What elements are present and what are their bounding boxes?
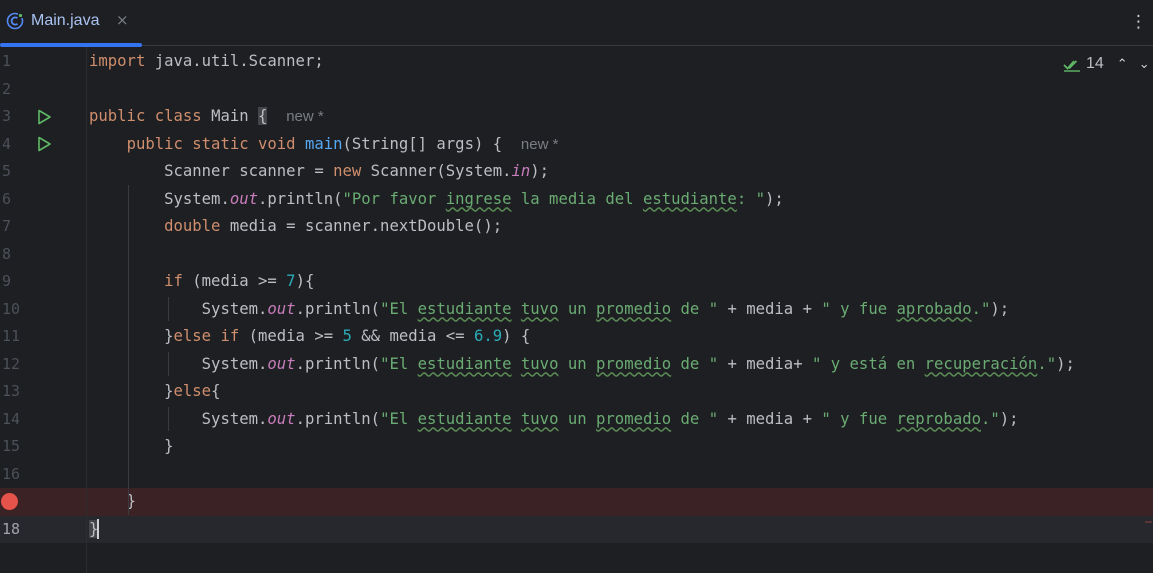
run-icon[interactable] xyxy=(36,109,52,125)
code-line-12: 12 System.out.println("El estudiante tuv… xyxy=(0,351,1153,379)
code-text: System.out.println("Por favor ingrese la… xyxy=(164,189,784,208)
code-text: Scanner scanner = new Scanner(System.in)… xyxy=(164,162,550,180)
code-text: public class Main { new * xyxy=(89,107,324,125)
breakpoint-icon[interactable] xyxy=(1,493,18,510)
code-line-1: 1 import java.util.Scanner; xyxy=(0,48,1153,76)
code-line-4: 4 public static void main(String[] args)… xyxy=(0,131,1153,159)
usage-hint: new * xyxy=(286,108,324,125)
code-text: System.out.println("El estudiante tuvo u… xyxy=(201,409,1019,428)
line-number: 13 xyxy=(2,382,21,400)
line-number: 16 xyxy=(2,464,21,483)
indent-guide xyxy=(128,185,129,515)
code-text: }else if (media >= 5 && media <= 6.9) { xyxy=(164,327,531,345)
code-text: public static void main(String[] args) {… xyxy=(126,134,559,153)
code-line-3: 3 public class Main { new * xyxy=(0,103,1153,131)
line-number: 15 xyxy=(2,437,21,455)
code-line-10: 10 System.out.println("El estudiante tuv… xyxy=(0,296,1153,324)
line-number: 9 xyxy=(2,272,12,290)
double-check-icon xyxy=(1063,60,1080,72)
code-text: double media = scanner.nextDouble(); xyxy=(164,217,503,235)
code-line-5: 5 Scanner scanner = new Scanner(System.i… xyxy=(0,158,1153,186)
code-text: System.out.println("El estudiante tuvo u… xyxy=(201,299,1010,318)
inspection-count: 14 xyxy=(1086,55,1104,72)
code-line-13: 13 }else{ xyxy=(0,378,1153,406)
line-number: 8 xyxy=(2,244,12,263)
code-text: }else{ xyxy=(164,382,221,400)
line-number: 4 xyxy=(2,134,12,153)
code-line-9: 9 if (media >= 7){ xyxy=(0,268,1153,296)
code-line-18: 18 } xyxy=(0,515,1153,543)
tab-label: Main.java xyxy=(31,12,100,29)
inspections-widget[interactable]: 14 ⌃ ⌄ xyxy=(1063,54,1150,74)
code-line-15: 15 } xyxy=(0,433,1153,461)
indent-guide xyxy=(168,352,169,376)
scrollbar-marker[interactable] xyxy=(1145,521,1152,523)
code-line-2: 2 xyxy=(0,76,1153,104)
line-number: 7 xyxy=(2,217,12,235)
indent-guide xyxy=(168,407,169,431)
line-number: 2 xyxy=(2,79,12,98)
line-number: 11 xyxy=(2,327,21,345)
usage-hint: new * xyxy=(520,135,559,153)
line-number: 10 xyxy=(2,299,21,318)
line-number: 12 xyxy=(2,354,21,373)
line-number: 18 xyxy=(2,519,21,538)
line-number: 5 xyxy=(2,162,12,180)
code-text: } xyxy=(164,437,174,455)
line-number: 14 xyxy=(2,409,21,428)
code-line-11: 11 }else if (media >= 5 && media <= 6.9)… xyxy=(0,323,1153,351)
text-caret xyxy=(97,519,99,539)
indent-guide xyxy=(168,297,169,321)
code-text: System.out.println("El estudiante tuvo u… xyxy=(201,354,1075,373)
java-class-icon xyxy=(6,12,24,30)
code-line-8: 8 xyxy=(0,241,1153,269)
code-text: if (media >= 7){ xyxy=(164,272,315,290)
run-icon[interactable] xyxy=(36,136,52,152)
close-icon[interactable]: × xyxy=(116,11,129,29)
previous-highlight-icon[interactable]: ⌃ xyxy=(1117,57,1128,72)
tab-main-java[interactable]: Main.java × xyxy=(0,0,142,47)
next-highlight-icon[interactable]: ⌄ xyxy=(1139,57,1150,72)
code-line-17: } xyxy=(0,488,1153,516)
code-line-14: 14 System.out.println("El estudiante tuv… xyxy=(0,406,1153,434)
code-line-16: 16 xyxy=(0,461,1153,489)
line-number: 6 xyxy=(2,189,12,208)
line-number: 3 xyxy=(2,107,12,125)
more-options-icon[interactable]: ⋮ xyxy=(1130,11,1147,33)
code-text: import java.util.Scanner; xyxy=(89,52,324,70)
line-number: 1 xyxy=(2,52,12,70)
code-editor[interactable]: 1 import java.util.Scanner; 2 3 public c… xyxy=(0,47,1153,573)
editor-tab-bar: Main.java × ⋮ xyxy=(0,0,1153,47)
code-line-6: 6 System.out.println("Por favor ingrese … xyxy=(0,186,1153,214)
code-line-7: 7 double media = scanner.nextDouble(); xyxy=(0,213,1153,241)
